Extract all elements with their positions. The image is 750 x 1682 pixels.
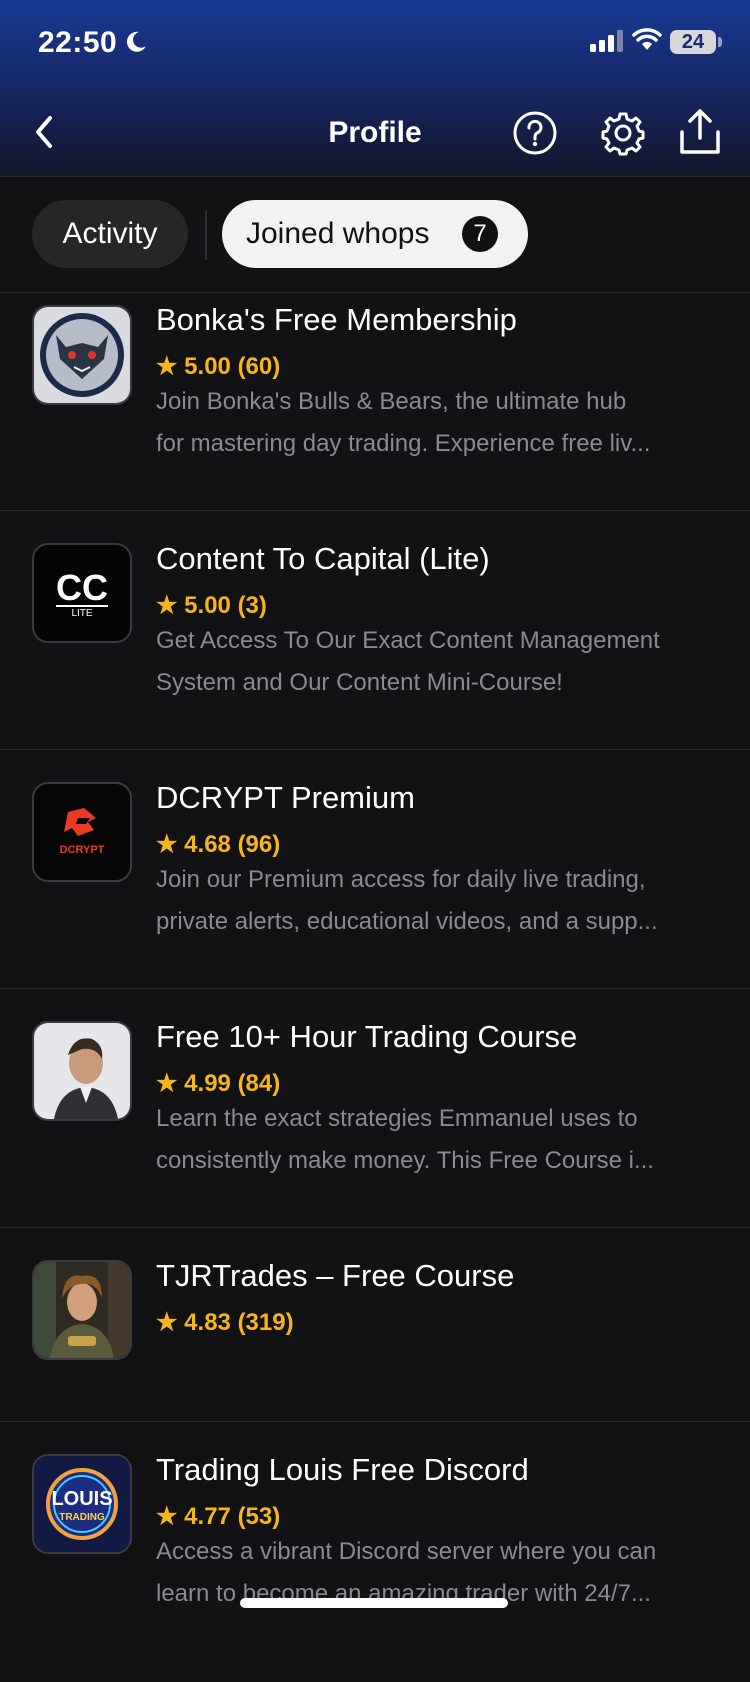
whop-description: Join our Premium access for daily live t… [156, 859, 726, 943]
whop-logo-trading-louis: LOUIS TRADING [32, 1454, 132, 1554]
list-item[interactable]: CC LITE Content To Capital (Lite) ★ 5.00… [0, 511, 750, 750]
logo-text-dcrypt: DCRYPT [59, 844, 105, 856]
logo-text-trading: TRADING [59, 1512, 105, 1523]
whop-rating: ★ 5.00 (3) [156, 592, 267, 619]
whop-list: Bonka's Free Membership ★ 5.00 (60) Join… [0, 292, 750, 1682]
whop-name: Trading Louis Free Discord [156, 1452, 529, 1487]
wifi-icon [632, 28, 662, 50]
logo-text-cc: CC [56, 567, 108, 608]
gear-icon[interactable] [600, 110, 646, 156]
whop-rating: ★ 4.83 (319) [156, 1309, 294, 1336]
battery-tip [718, 37, 722, 47]
description-line: for mastering day trading. Experience fr… [156, 430, 651, 457]
description-line: Join our Premium access for daily live t… [156, 866, 646, 893]
description-line: Access a vibrant Discord server where yo… [156, 1538, 657, 1565]
list-item[interactable]: DCRYPT DCRYPT Premium ★ 4.68 (96) Join o… [0, 750, 750, 989]
whop-name: Free 10+ Hour Trading Course [156, 1019, 578, 1054]
home-indicator[interactable] [240, 1598, 508, 1608]
battery-indicator: 24 [670, 30, 716, 54]
logo-text-louis: LOUIS [51, 1488, 113, 1510]
list-item[interactable]: TJRTrades – Free Course ★ 4.83 (319) [0, 1228, 750, 1422]
whop-logo-dcrypt: DCRYPT [32, 782, 132, 882]
tab-bar: Activity Joined whops 7 [0, 176, 750, 293]
description-line: Learn the exact strategies Emmanuel uses… [156, 1105, 638, 1132]
description-line: Get Access To Our Exact Content Manageme… [156, 627, 660, 654]
list-item[interactable]: Free 10+ Hour Trading Course ★ 4.99 (84)… [0, 989, 750, 1228]
whop-logo-emmanuel-portrait [32, 1021, 132, 1121]
whop-name: Content To Capital (Lite) [156, 541, 490, 576]
top-bar: 22:50 24 Profile [0, 0, 750, 177]
whop-rating: ★ 4.99 (84) [156, 1070, 281, 1097]
description-line: consistently make money. This Free Cours… [156, 1147, 654, 1174]
whop-rating: ★ 5.00 (60) [156, 353, 281, 380]
joined-count-badge: 7 [462, 216, 498, 252]
nav-bar: Profile [0, 100, 750, 166]
whop-name: Bonka's Free Membership [156, 302, 517, 337]
logo-rule [56, 605, 108, 607]
help-icon[interactable] [512, 110, 558, 156]
whop-name: TJRTrades – Free Course [156, 1258, 515, 1293]
share-icon[interactable] [678, 108, 722, 156]
description-line: private alerts, educational videos, and … [156, 908, 658, 935]
tab-joined-whops[interactable]: Joined whops 7 [222, 200, 528, 268]
list-item[interactable]: Bonka's Free Membership ★ 5.00 (60) Join… [0, 292, 750, 511]
tab-joined-label: Joined whops [246, 217, 430, 250]
whop-name: DCRYPT Premium [156, 780, 415, 815]
whop-logo-content-to-capital: CC LITE [32, 543, 132, 643]
tab-divider [205, 210, 207, 260]
description-line: System and Our Content Mini-Course! [156, 669, 563, 696]
whop-rating: ★ 4.68 (96) [156, 831, 281, 858]
whop-description: Join Bonka's Bulls & Bears, the ultimate… [156, 381, 726, 465]
whop-logo-bonka [32, 305, 132, 405]
whop-description: Get Access To Our Exact Content Manageme… [156, 620, 726, 704]
cellular-signal-icon [590, 30, 623, 52]
list-item[interactable]: LOUIS TRADING Trading Louis Free Discord… [0, 1422, 750, 1682]
logo-text-lite: LITE [71, 608, 93, 619]
description-line: learn to become an amazing trader with 2… [156, 1580, 651, 1607]
whop-description: Learn the exact strategies Emmanuel uses… [156, 1098, 726, 1182]
whop-logo-tjrtrades-portrait [32, 1260, 132, 1360]
moon-icon [126, 31, 146, 52]
description-line: Join Bonka's Bulls & Bears, the ultimate… [156, 388, 627, 415]
dcrypt-mark [64, 808, 96, 836]
status-time: 22:50 [38, 26, 118, 59]
tab-activity[interactable]: Activity [32, 200, 188, 268]
whop-rating: ★ 4.77 (53) [156, 1503, 281, 1530]
status-bar: 22:50 24 [0, 0, 750, 90]
